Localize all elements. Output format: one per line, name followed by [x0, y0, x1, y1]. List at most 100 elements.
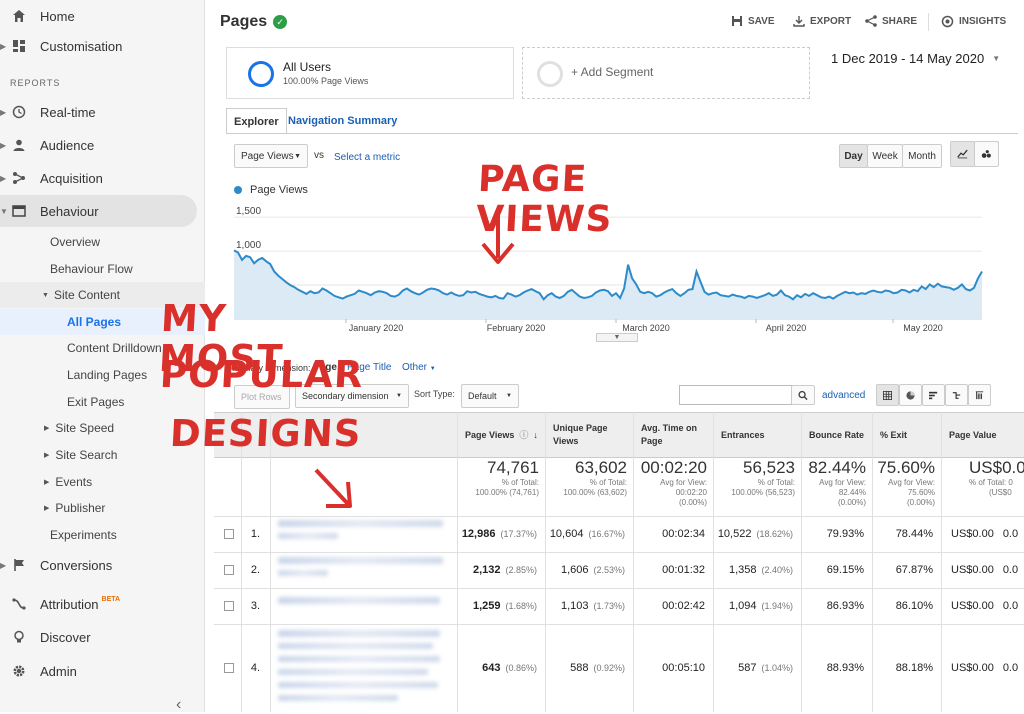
add-segment-card[interactable]: + Add Segment — [522, 47, 810, 99]
header-entrances[interactable]: Entrances — [713, 412, 803, 458]
chevron-down-icon: ▼ — [294, 152, 301, 160]
cell-entrances: 1,094 (1.94%) — [713, 588, 801, 624]
nav-behaviour[interactable]: ▼ Behaviour — [0, 195, 197, 227]
sort-type-select[interactable]: Default ▼ — [461, 384, 519, 408]
nav-site-content-label: Site Content — [53, 288, 120, 302]
x-tick-label: February 2020 — [487, 323, 546, 333]
chart-resize-handle[interactable]: ▼ — [596, 333, 638, 342]
cell-page-value: US$0.00 0.0 — [941, 588, 1024, 624]
nav-exit-pages[interactable]: Exit Pages — [67, 389, 124, 415]
total-value: 63,602 — [575, 458, 627, 477]
pie-icon — [906, 390, 915, 400]
row-checkbox[interactable] — [224, 529, 234, 539]
page-views-value: 12,986 — [461, 528, 496, 540]
row-checkbox[interactable] — [224, 663, 234, 673]
advanced-link[interactable]: advanced — [822, 390, 865, 401]
nav-landing-pages[interactable]: Landing Pages — [67, 362, 147, 388]
total-bounce-rate: 82.44% Avg for View: 82.44% (0.00%) — [801, 458, 872, 516]
row-index: 3. — [241, 588, 270, 624]
entrances-value: 1,094 — [728, 600, 757, 612]
row-index: 2. — [241, 552, 270, 588]
cell-unique-page-views: 588 (0.92%) — [545, 624, 633, 712]
total-exit: 75.60% Avg for View: 75.60% (0.00%) — [872, 458, 941, 516]
total-sub: 100.00% (63,602) — [563, 488, 627, 497]
nav-experiments[interactable]: Experiments — [50, 522, 117, 548]
avg-time-value: 00:01:32 — [662, 564, 705, 576]
caret-right-icon: ▶ — [44, 425, 50, 432]
collapse-sidebar-icon[interactable]: ‹ — [176, 696, 181, 714]
tab-explorer[interactable]: Explorer — [226, 108, 287, 134]
row-checkbox[interactable] — [224, 601, 234, 611]
save-label: SAVE — [748, 15, 775, 27]
lightbulb-icon — [11, 629, 27, 645]
header-unique-page-views[interactable]: Unique Page Views — [545, 412, 635, 458]
nav-audience[interactable]: ▶ Audience — [0, 129, 197, 161]
comparison-view-button[interactable] — [945, 384, 968, 406]
annotation-designs: DESIGNS — [168, 412, 363, 455]
cell-page-value: US$0.00 0.0 — [941, 516, 1024, 552]
total-value: 00:02:20 — [640, 458, 707, 477]
dim-other[interactable]: Other ▼ — [402, 362, 436, 373]
month-button[interactable]: Month — [902, 144, 942, 168]
cell-exit: 67.87% — [872, 552, 941, 588]
nav-home[interactable]: Home — [0, 0, 197, 32]
header-page-views[interactable]: Page Views ⓘ ↓ — [457, 412, 549, 458]
behaviour-icon — [11, 203, 27, 219]
table-search-input[interactable] — [679, 385, 792, 405]
cell-entrances: 10,522 (18.62%) — [713, 516, 801, 552]
nav-behaviour-flow[interactable]: Behaviour Flow — [50, 256, 133, 282]
header-bounce-rate[interactable]: Bounce Rate — [801, 412, 873, 458]
nav-overview[interactable]: Overview — [50, 229, 100, 255]
table-view-button[interactable] — [876, 384, 899, 406]
week-button[interactable]: Week — [867, 144, 903, 168]
search-button[interactable] — [791, 385, 815, 405]
nav-realtime[interactable]: ▶ Real-time — [0, 96, 197, 128]
share-button[interactable]: SHARE — [865, 15, 917, 27]
day-button[interactable]: Day — [839, 144, 868, 168]
caret-right-icon: ▶ — [0, 41, 7, 51]
header-page-value[interactable]: Page Value — [941, 412, 1024, 458]
export-button[interactable]: EXPORT — [793, 15, 851, 27]
pie-view-button[interactable] — [899, 384, 922, 406]
gear-icon — [11, 663, 27, 679]
nav-behaviour-label: Behaviour — [40, 203, 99, 219]
select-metric-link[interactable]: Select a metric — [334, 152, 400, 163]
nav-discover[interactable]: Discover — [0, 621, 197, 653]
nav-admin[interactable]: Admin — [0, 655, 197, 687]
cell-avg-time: 00:05:10 — [633, 624, 713, 712]
line-chart-toggle[interactable] — [950, 141, 975, 167]
nav-events[interactable]: ▶ Events — [44, 469, 92, 495]
tab-navigation-summary[interactable]: Navigation Summary — [281, 108, 404, 134]
segment-all-users[interactable]: All Users 100.00% Page Views — [226, 47, 514, 99]
unique-page-views-pct: (2.53%) — [593, 565, 625, 575]
insights-button[interactable]: INSIGHTS — [941, 15, 1006, 28]
cell-unique-page-views: 1,103 (1.73%) — [545, 588, 633, 624]
search-icon — [798, 390, 808, 400]
segment-sub: 100.00% Page Views — [283, 76, 369, 86]
metric-select[interactable]: Page Views ▼ — [234, 144, 308, 168]
row-index: 4. — [241, 624, 270, 712]
nav-conversions[interactable]: ▶ Conversions — [0, 549, 197, 581]
blurred-page-name — [278, 533, 338, 539]
save-button[interactable]: SAVE — [731, 15, 775, 27]
date-range-picker[interactable]: 1 Dec 2019 - 14 May 2020 ▼ — [831, 51, 1000, 66]
nav-publisher[interactable]: ▶ Publisher — [44, 495, 105, 521]
pivot-view-button[interactable] — [968, 384, 991, 406]
blurred-page-name — [278, 570, 328, 576]
nav-customisation[interactable]: ▶ Customisation — [0, 30, 197, 62]
attribution-icon — [11, 596, 27, 612]
line-chart-icon — [957, 149, 968, 159]
motion-chart-toggle[interactable] — [974, 141, 999, 167]
header-exit[interactable]: % Exit — [872, 412, 942, 458]
nav-acquisition[interactable]: ▶ Acquisition — [0, 162, 197, 194]
cell-entrances: 1,358 (2.40%) — [713, 552, 801, 588]
nav-attribution[interactable]: Attribution BETA — [0, 588, 197, 620]
nav-site-speed[interactable]: ▶ Site Speed — [44, 415, 114, 441]
bar-view-button[interactable] — [922, 384, 945, 406]
row-checkbox[interactable] — [224, 565, 234, 575]
page-value-value: US$0.00 — [951, 662, 994, 674]
nav-site-search[interactable]: ▶ Site Search — [44, 442, 117, 468]
header-avg-time[interactable]: Avg. Time on Page — [633, 412, 713, 458]
blurred-page-name — [278, 643, 433, 649]
nav-content-drilldown[interactable]: Content Drilldown — [67, 335, 162, 361]
